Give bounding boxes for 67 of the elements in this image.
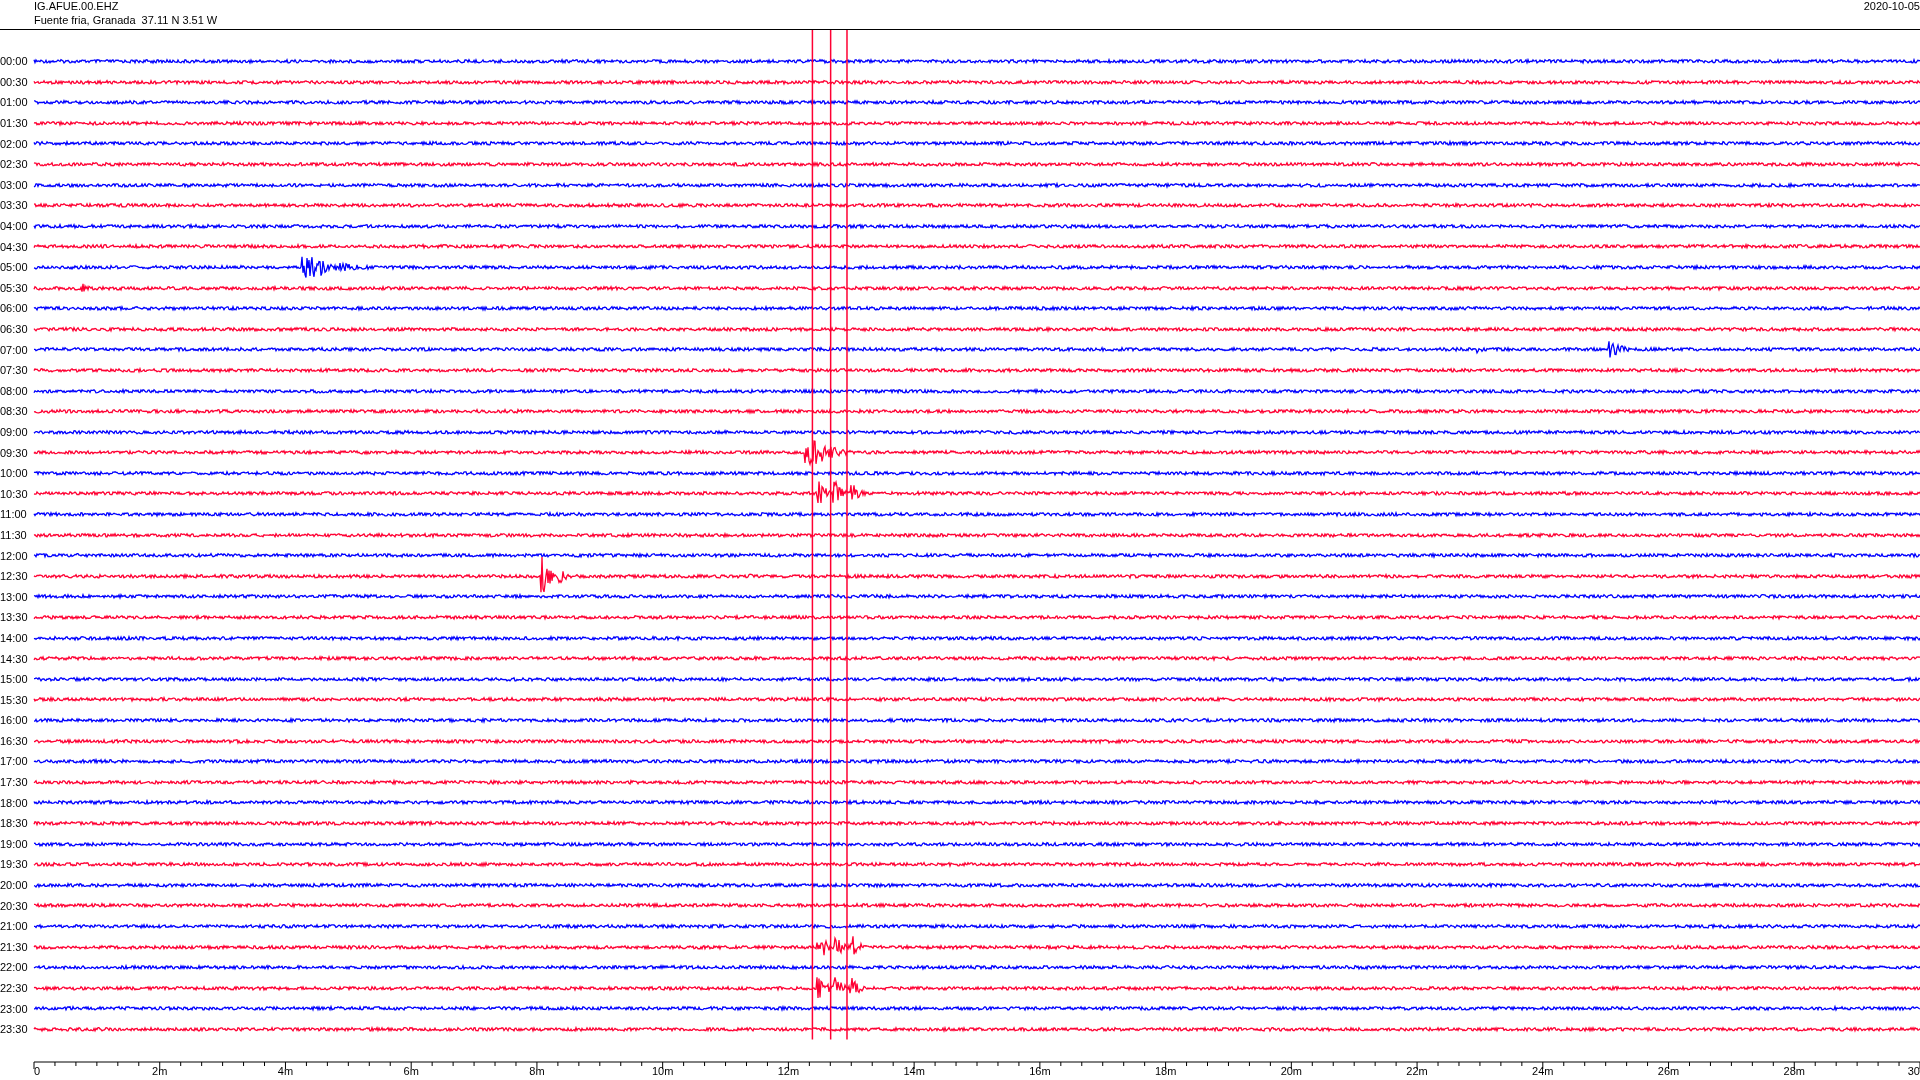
time-label: 18:30 [0,817,29,830]
plot-date: 2020-10-05 [1863,0,1920,13]
axis-label: 2m [152,1064,168,1077]
time-label: 22:00 [0,961,29,974]
time-label: 17:30 [0,776,29,789]
axis-label: 6m [403,1064,419,1077]
axis-label: 14m [903,1064,925,1077]
time-label: 13:30 [0,611,29,624]
time-label: 00:30 [0,75,29,88]
time-label: 21:00 [0,920,29,933]
time-label: 23:00 [0,1002,29,1015]
time-label: 18:00 [0,796,29,809]
time-label: 00:00 [0,55,29,68]
time-label: 03:00 [0,178,29,191]
time-label: 02:00 [0,137,29,150]
station-code: IG.AFUE.00.EHZ [34,0,120,13]
time-label: 01:30 [0,117,29,130]
time-label: 03:30 [0,199,29,212]
time-label: 20:00 [0,879,29,892]
time-label: 07:00 [0,343,29,356]
axis-label: 22m [1406,1064,1428,1077]
time-label: 19:00 [0,837,29,850]
time-label: 12:00 [0,549,29,562]
time-label: 09:00 [0,426,29,438]
time-label: 04:30 [0,240,29,253]
time-label: 08:00 [0,384,29,397]
axis-label: 30 [1907,1064,1920,1077]
time-label: 13:00 [0,590,29,603]
time-label: 20:30 [0,899,29,912]
station-location: Fuente fria, Granada 37.11 N 3.51 W [34,13,218,27]
time-label: 22:30 [0,982,29,994]
axis-label: 4m [277,1064,294,1077]
axis-label: 26m [1657,1064,1680,1077]
time-label: 16:30 [0,734,29,747]
time-label: 02:30 [0,158,29,171]
axis-label: 18m [1154,1064,1177,1077]
time-label: 06:00 [0,302,29,315]
time-label: 17:00 [0,755,29,768]
time-label: 14:00 [0,631,29,644]
time-label: 23:30 [0,1023,29,1036]
axis-label: 20m [1280,1064,1303,1077]
axis-label: 24m [1532,1064,1554,1077]
time-label: 11:00 [0,508,28,521]
axis-label: 0 [34,1064,41,1077]
time-label: 15:30 [0,693,29,706]
time-label: 07:30 [0,364,29,377]
axis-label: 28m [1783,1064,1805,1077]
time-label: 21:30 [0,940,29,953]
time-label: 05:30 [0,281,29,294]
time-label: 10:00 [0,467,29,480]
time-label: 14:30 [0,652,29,665]
time-label: 05:00 [0,261,29,274]
time-label: 08:30 [0,405,29,418]
time-label: 15:00 [0,673,29,686]
time-label: 04:00 [0,220,29,233]
axis-label: 12m [777,1064,800,1077]
time-label: 19:30 [0,858,29,871]
time-label: 09:30 [0,446,29,459]
time-label: 06:30 [0,323,29,335]
time-label: 10:30 [0,487,29,500]
time-label: 16:00 [0,714,29,727]
time-label: 12:30 [0,570,29,583]
time-label: 01:00 [0,96,29,109]
axis-label: 16m [1029,1064,1051,1077]
time-label: 11:30 [0,528,28,541]
axis-label: 8m [529,1064,545,1077]
axis-label: 10m [651,1064,674,1077]
